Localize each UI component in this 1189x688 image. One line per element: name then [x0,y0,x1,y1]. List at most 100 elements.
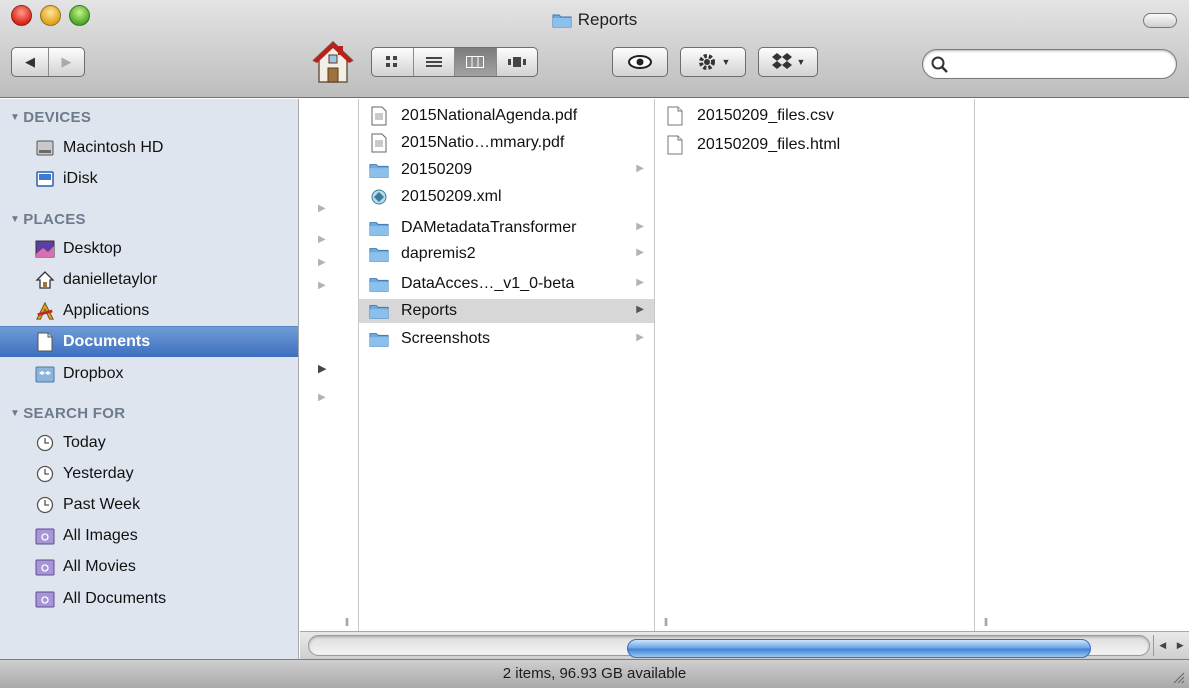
document-icon [665,135,685,155]
action-menu-button[interactable]: ▼ [680,47,746,77]
window-title-bar: Reports [0,10,1189,33]
home-icon[interactable] [312,40,354,84]
sidebar-item-all-movies[interactable]: All Movies [0,551,298,582]
sidebar-item-documents[interactable]: Documents [0,326,298,357]
file-row[interactable]: 2015Natio…mmary.pdf [359,131,654,155]
hard-drive-icon [35,138,55,158]
disclosure-arrow-icon: ▶ [636,221,644,232]
browser-column-1[interactable] [300,99,359,631]
window-title: Reports [577,10,638,29]
browser-column-reports: 20150209_files.csv 20150209_files.html [655,99,975,631]
column-resize-handle[interactable]: ll [345,617,349,629]
disclosure-triangle-icon: ▼ [10,214,21,225]
desktop-icon [35,239,55,259]
cover-flow-view-button[interactable] [495,48,538,76]
file-row[interactable]: 2015NationalAgenda.pdf [359,104,654,128]
scroll-right-button[interactable]: ▶ [1172,635,1189,656]
back-button[interactable]: ◀ [12,48,48,76]
sidebar-item-idisk[interactable]: iDisk [0,163,298,194]
sidebar-item-desktop[interactable]: Desktop [0,233,298,264]
list-view-button[interactable] [412,48,455,76]
column-resize-handle[interactable]: ll [664,617,668,629]
scroll-track[interactable] [308,635,1150,658]
sidebar: ▼ DEVICES Macintosh HD iDisk ▼ PLACES Desk… [0,99,299,659]
forward-button[interactable]: ▶ [48,48,84,76]
right-arrow-icon: ▶ [61,54,72,69]
scroll-arrows: ◀ ▶ [1153,635,1189,656]
disclosure-triangle-icon: ▼ [10,408,21,419]
file-row[interactable]: 20150209.xml [359,185,654,209]
disclosure-arrow-icon: ▶ [318,392,326,403]
folder-icon [369,244,389,264]
folder-icon [369,160,389,180]
dropbox-menu-button[interactable]: ▼ [758,47,818,77]
browser-column-empty[interactable] [975,99,1189,631]
idisk-icon [35,169,55,189]
sidebar-item-all-documents[interactable]: All Documents [0,583,298,614]
folder-row[interactable]: 20150209 ▶ [359,158,654,182]
eye-icon [628,55,652,69]
document-icon [665,106,685,126]
gear-icon [698,54,715,70]
folder-icon [369,274,389,294]
horizontal-scrollbar[interactable]: ◀ ▶ [300,631,1189,659]
folder-row[interactable]: dapremis2 ▶ [359,242,654,266]
smart-folder-icon [35,589,55,609]
search-field[interactable] [922,49,1177,79]
scroll-thumb[interactable] [627,639,1091,658]
view-mode-control [371,47,538,77]
folder-row[interactable]: DAMetadataTransformer ▶ [359,216,654,240]
sidebar-section-search-for[interactable]: ▼ SEARCH FOR [10,405,125,422]
dropbox-folder-icon [35,364,55,384]
scroll-left-button[interactable]: ◀ [1154,635,1172,656]
disclosure-arrow-icon: ▶ [318,203,326,214]
quick-look-button[interactable] [612,47,668,77]
smart-folder-icon [35,526,55,546]
sidebar-item-all-images[interactable]: All Images [0,520,298,551]
pdf-file-icon [369,133,389,153]
sidebar-section-devices[interactable]: ▼ DEVICES [10,109,91,126]
folder-row[interactable]: DataAcces…_v1_0-beta ▶ [359,272,654,296]
column-view-icon [466,56,485,68]
disclosure-arrow-icon: ▶ [636,247,644,258]
sidebar-item-danielletaylor[interactable]: danielletaylor [0,264,298,295]
sidebar-item-dropbox[interactable]: Dropbox [0,358,298,389]
status-bar: 2 items, 96.93 GB available [0,659,1189,688]
smart-folder-icon [35,557,55,577]
back-forward-buttons: ◀ ▶ [11,47,85,77]
column-view-button[interactable] [454,48,496,76]
chevron-down-icon: ▼ [796,57,806,67]
sidebar-item-macintosh-hd[interactable]: Macintosh HD [0,132,298,163]
sidebar-item-applications[interactable]: Applications [0,295,298,326]
sidebar-item-today[interactable]: Today [0,427,298,458]
resize-grip-icon[interactable] [1171,670,1185,684]
disclosure-arrow-icon: ▶ [318,363,327,375]
left-arrow-icon: ◀ [25,54,35,69]
folder-icon [552,12,572,33]
sidebar-item-yesterday[interactable]: Yesterday [0,458,298,489]
sidebar-item-past-week[interactable]: Past Week [0,489,298,520]
search-icon [931,56,948,73]
disclosure-arrow-icon: ▶ [636,332,644,343]
folder-row-selected[interactable]: Reports ▶ [359,299,654,323]
chevron-down-icon: ▼ [721,57,731,67]
clock-icon [35,464,55,484]
disclosure-arrow-icon: ▶ [636,163,644,174]
folder-row[interactable]: Screenshots ▶ [359,327,654,351]
list-view-icon [425,57,442,67]
disclosure-triangle-icon: ▼ [10,112,21,123]
icon-view-icon [386,56,398,67]
disclosure-arrow-icon: ▶ [636,304,644,315]
xml-file-icon [369,187,389,207]
sidebar-section-places[interactable]: ▼ PLACES [10,211,86,228]
icon-view-button[interactable] [372,48,413,76]
toolbar-toggle-button[interactable] [1143,13,1177,28]
file-row[interactable]: 20150209_files.csv [655,104,974,128]
home-icon [35,270,55,290]
file-row[interactable]: 20150209_files.html [655,133,974,157]
disclosure-arrow-icon: ▶ [636,277,644,288]
documents-icon [35,332,55,352]
disclosure-arrow-icon: ▶ [318,257,326,268]
column-resize-handle[interactable]: ll [984,617,988,629]
applications-icon [35,301,55,321]
